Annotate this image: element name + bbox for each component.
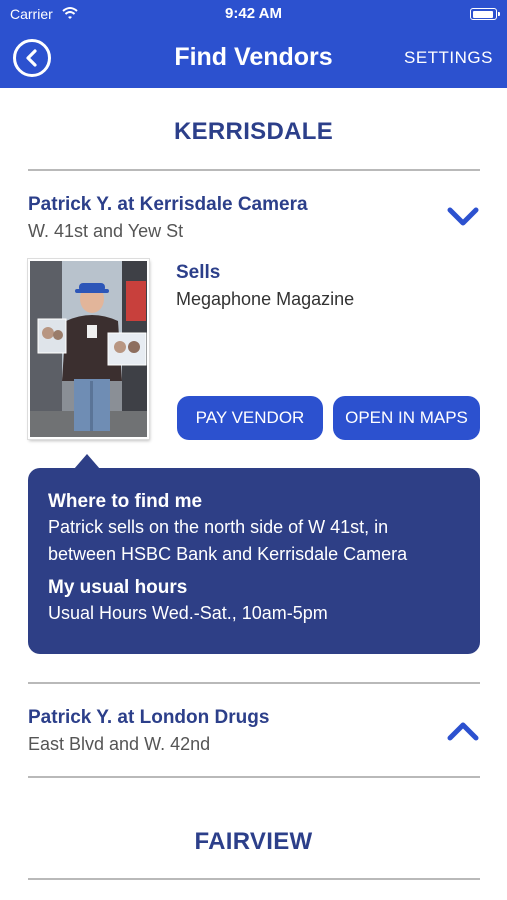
divider <box>28 169 480 171</box>
vendor-photo <box>28 259 149 439</box>
chevron-down-icon[interactable] <box>447 206 479 228</box>
vendor-name: Patrick Y. at London Drugs <box>28 707 270 728</box>
vendor-info-card: Where to find me Patrick sells on the no… <box>28 454 480 654</box>
top-bar: Carrier 9:42 AM Find Vendors SETTINGS <box>0 0 507 88</box>
hours-value: Usual Hours Wed.-Sat., 10am-5pm <box>48 603 328 623</box>
hours-label: My usual hours <box>48 577 188 598</box>
status-bar: Carrier 9:42 AM <box>0 0 507 28</box>
divider <box>28 682 480 684</box>
where-line-1: Patrick sells on the north side of W 41s… <box>48 517 389 537</box>
vendor-address: East Blvd and W. 42nd <box>28 734 211 754</box>
chevron-up-icon[interactable] <box>447 720 479 742</box>
sells-label: Sells <box>176 262 221 283</box>
status-time: 9:42 AM <box>225 5 282 22</box>
open-in-maps-button[interactable]: OPEN IN MAPS <box>333 396 480 440</box>
divider <box>28 776 480 778</box>
vendor-name: Patrick Y. at Kerrisdale Camera <box>28 194 308 215</box>
divider <box>28 878 480 880</box>
section-title-fairview: FAIRVIEW <box>194 828 313 855</box>
callout-pointer <box>74 454 100 469</box>
section-title-kerrisdale: KERRISDALE <box>173 118 333 145</box>
settings-button[interactable]: SETTINGS <box>404 48 493 68</box>
sells-value: Megaphone Magazine <box>176 289 355 309</box>
battery-icon <box>470 8 500 20</box>
where-line-2: between HSBC Bank and Kerrisdale Camera <box>48 544 408 564</box>
pay-vendor-button[interactable]: PAY VENDOR <box>177 396 323 440</box>
where-label: Where to find me <box>48 491 203 512</box>
vendor-address: W. 41st and Yew St <box>28 221 184 241</box>
